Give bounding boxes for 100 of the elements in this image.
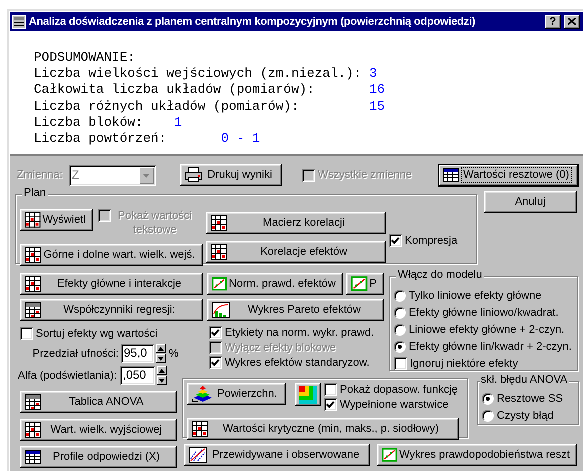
table-icon <box>25 212 41 228</box>
pareto-button[interactable]: Wykres Pareto efektów <box>207 299 384 321</box>
field-label: Alfa (podświetlania): <box>18 370 118 382</box>
radio-button[interactable] <box>482 410 494 422</box>
radio-label: Efekty główne liniowo/kwadrat. <box>409 306 559 318</box>
contour-plot-icon <box>299 386 317 404</box>
check-mark-icon <box>211 328 220 336</box>
dropdown-arrow-icon <box>139 166 154 184</box>
summary-label: Liczba różnych układów (pomiarów): <box>34 98 300 114</box>
summary-value: 3 <box>369 66 378 82</box>
contour-plot-button[interactable] <box>295 383 321 406</box>
radio-button[interactable] <box>394 306 406 318</box>
field-label: Przedział ufności: <box>32 348 120 360</box>
residuals-button[interactable]: Wartości resztowe (0) <box>438 164 579 186</box>
effect-correlations-button[interactable]: Korelacje efektów <box>206 241 386 263</box>
checkbox-label: Wyłącz efekty blokowe <box>225 342 336 354</box>
radio-button[interactable] <box>482 392 494 404</box>
summary-label: Liczba powtórzeń: <box>34 131 167 146</box>
radio-label: Liniowe efekty główne + 2-czyn. <box>409 324 565 336</box>
checkbox[interactable] <box>394 357 407 370</box>
printer-icon <box>185 167 203 183</box>
predicted-observed-button[interactable]: Przewidywane i obserwowane <box>184 444 370 466</box>
output-values-button[interactable]: Wart. wielk. wyjściowej <box>20 419 177 441</box>
display-button[interactable]: Wyświetl <box>20 209 93 231</box>
radio-label: Tylko liniowe efekty główne <box>409 290 542 302</box>
table-icon <box>25 302 41 318</box>
radio-label: Czysty błąd <box>497 410 554 422</box>
table-icon <box>25 394 41 410</box>
table-icon <box>25 276 41 292</box>
table-icon <box>192 421 208 437</box>
residual-probability-button[interactable]: Wykres prawdopodobieństwa reszt <box>377 444 577 466</box>
table-icon <box>25 247 41 263</box>
scatter-plot-icon <box>189 447 207 463</box>
checkbox[interactable] <box>389 234 402 247</box>
radio-button[interactable] <box>394 324 406 336</box>
input-field[interactable]: ,050 <box>120 366 155 385</box>
spin-down-button[interactable] <box>156 354 166 363</box>
high-low-button[interactable]: Górne i dolne wart. wielk. wejś. <box>20 244 203 266</box>
checkbox-label: Pokaż dopasow. funkcję <box>340 384 458 396</box>
check-mark-icon <box>326 400 335 408</box>
response-profiles-button[interactable]: Profile odpowiedzi (X) <box>20 446 177 468</box>
input-field[interactable]: 95,0 <box>121 344 154 363</box>
checkbox-label: Pokaż wartości tekstowe <box>117 209 193 237</box>
help-button[interactable]: ? <box>545 14 561 28</box>
summary-value: 1 <box>174 114 182 132</box>
checkbox-label: Etykiety na norm. wykr. prawd. <box>225 326 374 338</box>
close-button[interactable] <box>564 14 580 28</box>
regression-button[interactable]: Współczynniki regresji: <box>20 299 203 321</box>
radio-label: Resztowe SS <box>497 392 564 404</box>
summary-value: 16 <box>369 82 386 99</box>
group-title: Plan <box>22 187 48 199</box>
variable-label: Zmienna: <box>17 169 64 181</box>
probability-plot-icon <box>382 447 398 463</box>
surface-plot-icon <box>192 385 214 403</box>
checkbox-label: Wykres efektów standaryzow. <box>225 356 370 368</box>
checkbox-label: Wypełnione warstwice <box>340 398 449 410</box>
checkbox-label: Sortuj efekty wg wartości <box>36 328 158 340</box>
checkbox-label: Kompresja <box>405 234 458 246</box>
check-mark-icon <box>391 236 400 244</box>
checkbox[interactable] <box>209 356 222 369</box>
summary-value: 15 <box>369 98 386 115</box>
correlation-matrix-button[interactable]: Macierz korelacji <box>206 212 386 234</box>
radio-label: Efekty główne lin/kwadr + 2-czyn. <box>409 340 572 352</box>
checkbox[interactable] <box>324 398 337 411</box>
table-icon <box>211 215 227 231</box>
summary-label: Liczba bloków: <box>34 114 144 130</box>
bar-chart-icon <box>212 302 230 318</box>
spin-up-button[interactable] <box>156 344 166 353</box>
checkbox[interactable] <box>20 327 33 340</box>
print-button[interactable]: Drukuj wyniki <box>180 164 282 186</box>
window-title: Analiza doświadczenia z planem centralnym kompozycyjnym (powierzchnią odpowiedzi) <box>29 16 476 28</box>
checkbox[interactable] <box>324 383 337 396</box>
checkbox[interactable] <box>209 326 222 339</box>
summary-heading: PODSUMOWANIE: <box>34 50 136 66</box>
spin-up-button[interactable] <box>157 366 167 375</box>
app-icon <box>12 14 26 28</box>
radio-button[interactable] <box>394 290 406 302</box>
summary-value: 0 - 1 <box>221 131 260 148</box>
main-effects-button[interactable]: Efekty główne i interakcje <box>20 273 203 295</box>
group-title: Włącz do modelu <box>396 269 484 281</box>
summary-label: Całkowita liczba układów (pomiarów): <box>34 82 315 98</box>
close-icon <box>568 18 576 25</box>
check-mark-icon <box>211 358 220 366</box>
table-icon <box>25 422 41 438</box>
normal-plot-button[interactable]: Norm. prawd. efektów <box>207 273 343 295</box>
probability-plot-icon <box>212 276 228 292</box>
radio-button[interactable] <box>394 340 406 352</box>
group-title: skł. błędu ANOVA <box>480 374 569 386</box>
checkbox-label: Ignoruj niektóre efekty <box>410 358 518 370</box>
critical-values-button[interactable]: Wartości krytyczne (min, maks., p. siodłowy) <box>187 418 459 440</box>
checkbox-label: Wszystkie zmienne <box>318 169 412 181</box>
surface-plot-button[interactable]: Powierzchn. <box>187 383 286 405</box>
spin-down-button[interactable] <box>157 376 167 385</box>
unit-label: % <box>169 348 179 360</box>
table-icon <box>25 450 41 464</box>
cancel-button[interactable]: Anuluj <box>484 191 577 213</box>
probability-plot-icon <box>351 276 368 292</box>
table-icon <box>211 244 227 260</box>
p-button[interactable]: P <box>346 273 384 295</box>
anova-table-button[interactable]: Tablica ANOVA <box>20 391 177 413</box>
